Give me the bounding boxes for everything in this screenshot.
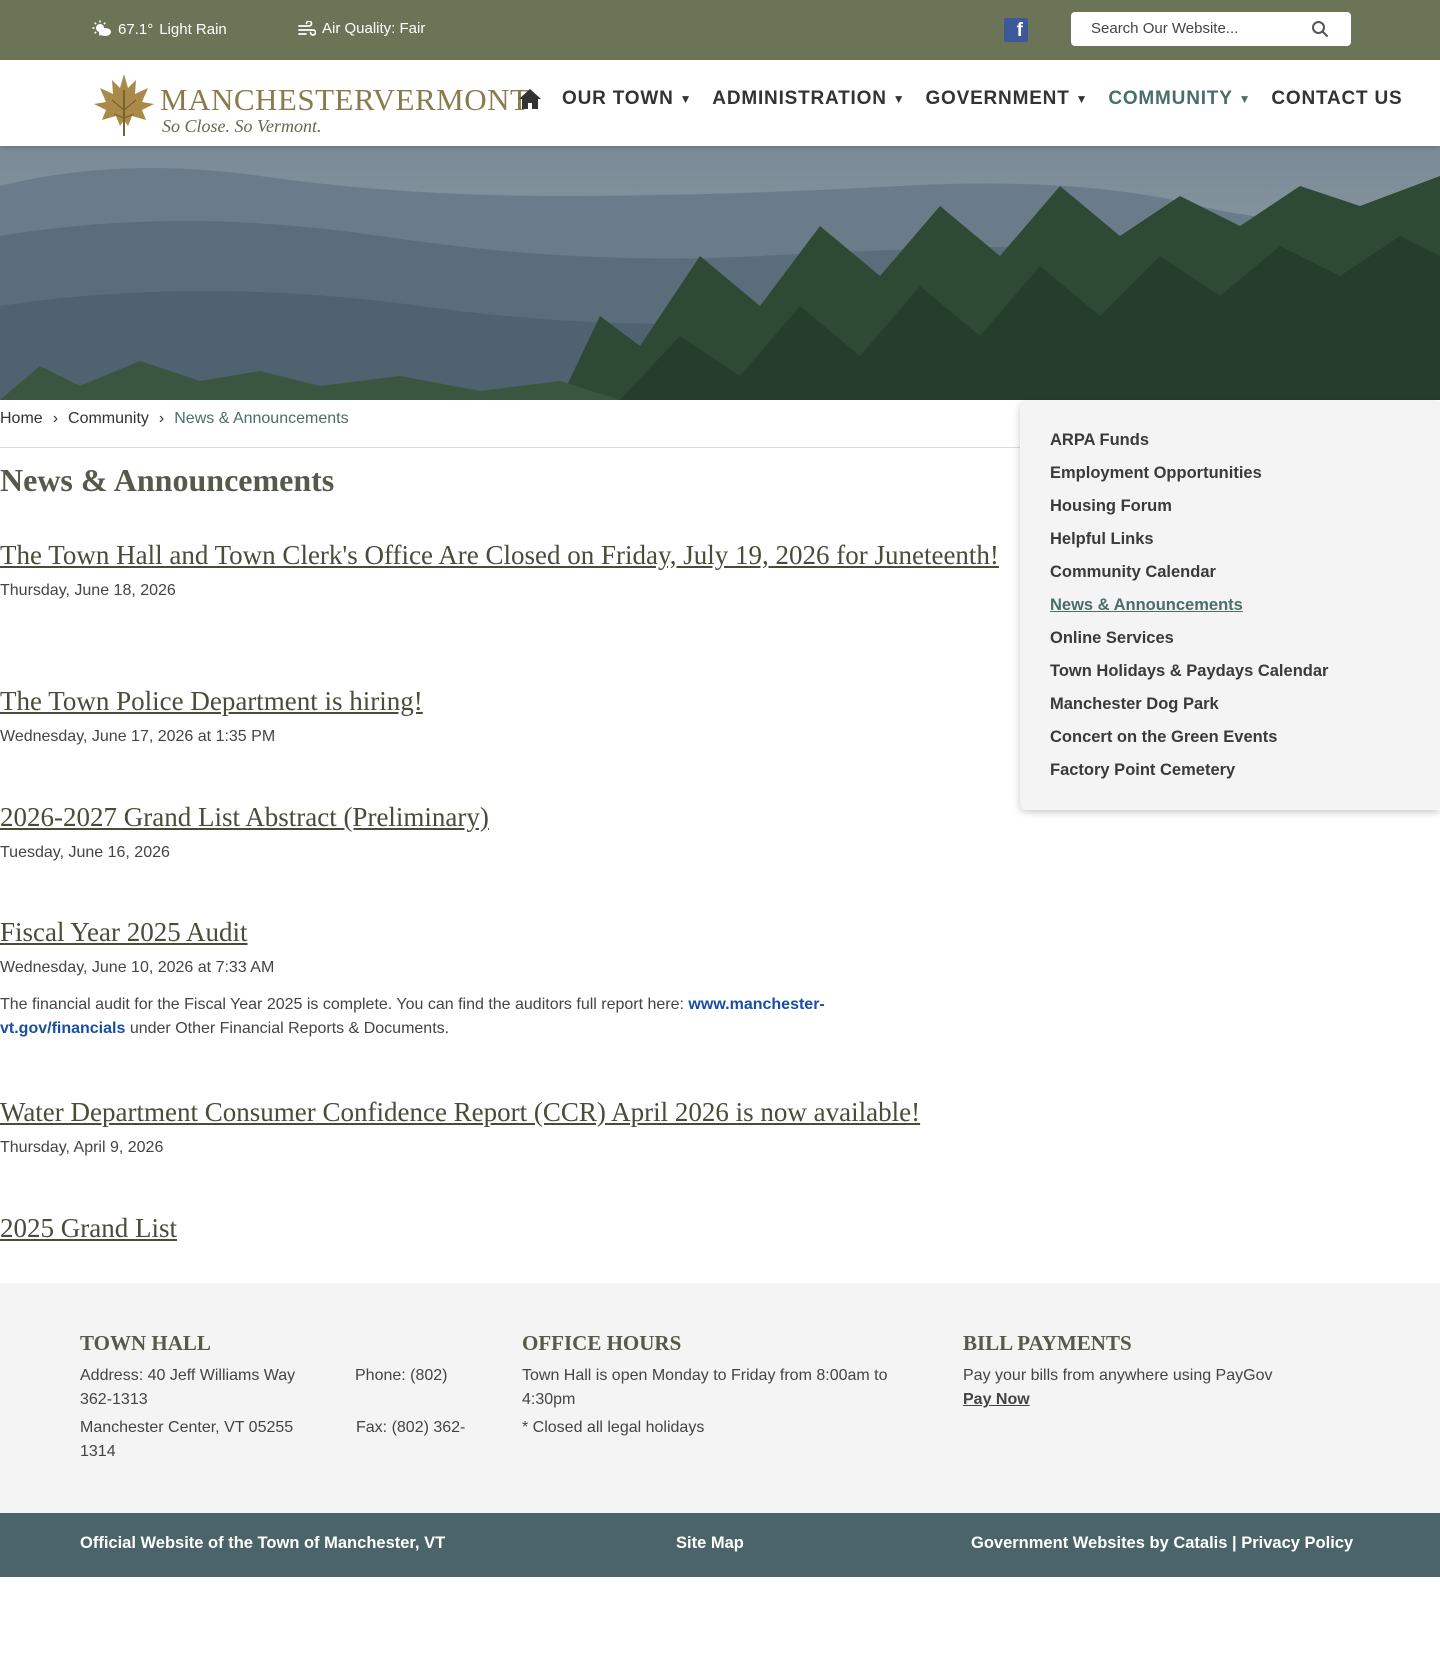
news-date: Thursday, June 18, 2026 <box>0 582 176 599</box>
weather-sun-cloud-icon <box>92 20 111 36</box>
home-icon[interactable] <box>518 88 542 110</box>
news-title-link[interactable]: 2026-2027 Grand List Abstract (Prelimina… <box>0 802 1015 832</box>
holidays-text: * Closed all legal holidays <box>522 1419 705 1436</box>
hero-mountain-image <box>0 146 1440 400</box>
pay-now-link[interactable]: Pay Now <box>963 1391 1030 1408</box>
breadcrumb-community[interactable]: Community <box>68 410 149 428</box>
official-website-text: Official Website of the Town of Manchest… <box>80 1534 446 1552</box>
news-date: Wednesday, June 17, 2026 at 1:35 PM <box>0 728 276 745</box>
news-item: Fiscal Year 2025 Audit Wednesday, June 1… <box>0 917 940 1041</box>
air-quality-text: Air Quality: Fair <box>322 20 426 37</box>
bottom-bar: Official Website of the Town of Manchest… <box>0 1513 1440 1577</box>
top-bar: 67.1° Light Rain Air Quality: Fair f <box>0 0 1440 60</box>
breadcrumb-current: News & Announcements <box>174 410 349 427</box>
footer-heading: OFFICE HOURS <box>522 1331 682 1355</box>
sidebar-item-dog-park[interactable]: Manchester Dog Park <box>1050 692 1328 725</box>
nav-label: ADMINISTRATION <box>712 88 887 109</box>
nav-label: COMMUNITY <box>1108 88 1233 109</box>
nav-government[interactable]: GOVERNMENT ▼ <box>925 88 1088 110</box>
sidebar-item-housing-forum[interactable]: Housing Forum <box>1050 494 1328 527</box>
nav-label: CONTACT US <box>1271 88 1403 109</box>
facebook-icon[interactable]: f <box>1004 18 1028 42</box>
news-item: 2025 Grand List <box>0 1213 1015 1243</box>
news-item: 2026-2027 Grand List Abstract (Prelimina… <box>0 802 1015 862</box>
nav-label: OUR TOWN <box>562 88 674 109</box>
credits-privacy-link[interactable]: Government Websites by Catalis | Privacy… <box>971 1534 1353 1553</box>
weather-widget: 67.1° Light Rain <box>92 20 227 38</box>
footer-heading: TOWN HALL <box>80 1331 211 1355</box>
logo-tagline: So Close. So Vermont. <box>162 116 322 136</box>
nav-community[interactable]: COMMUNITY ▼ <box>1108 88 1251 110</box>
breadcrumb-home[interactable]: Home <box>0 410 43 428</box>
news-date: Wednesday, June 10, 2026 at 7:33 AM <box>0 959 275 976</box>
news-body-text: The financial audit for the Fiscal Year … <box>0 996 689 1013</box>
news-title-link[interactable]: The Town Hall and Town Clerk's Office Ar… <box>0 540 1015 570</box>
maple-leaf-icon <box>94 74 154 136</box>
wind-icon <box>298 20 316 36</box>
site-header: MANCHESTERVERMONT So Close. So Vermont. … <box>0 60 1440 146</box>
news-title-link[interactable]: Fiscal Year 2025 Audit <box>0 917 940 947</box>
caret-down-icon: ▼ <box>1075 92 1089 106</box>
phone-text: Phone: (802) <box>355 1367 448 1384</box>
sidebar-item-news[interactable]: News & Announcements <box>1050 593 1328 626</box>
site-map-link[interactable]: Site Map <box>676 1534 744 1553</box>
site-logo[interactable]: MANCHESTERVERMONT So Close. So Vermont. <box>90 70 529 138</box>
main-nav: OUR TOWN ▼ ADMINISTRATION ▼ GOVERNMENT ▼… <box>518 88 1403 110</box>
caret-down-icon: ▼ <box>892 92 906 106</box>
sidebar-item-employment[interactable]: Employment Opportunities <box>1050 461 1328 494</box>
nav-our-town[interactable]: OUR TOWN ▼ <box>562 88 692 110</box>
news-item: The Town Police Department is hiring! We… <box>0 686 1015 746</box>
news-item: The Town Hall and Town Clerk's Office Ar… <box>0 540 1015 600</box>
section-sidebar: ARPA Funds Employment Opportunities Hous… <box>1020 402 1440 810</box>
nav-contact-us[interactable]: CONTACT US <box>1271 88 1402 110</box>
sidebar-item-arpa-funds[interactable]: ARPA Funds <box>1050 428 1328 461</box>
footer-town-hall: TOWN HALL Address: 40 Jeff Williams Way … <box>80 1331 500 1468</box>
sidebar-item-online-services[interactable]: Online Services <box>1050 626 1328 659</box>
hours-text: Town Hall is open Monday to Friday from … <box>522 1367 888 1408</box>
fax-text: Fax: (802) 362- <box>356 1419 466 1436</box>
sidebar-item-concert[interactable]: Concert on the Green Events <box>1050 725 1328 758</box>
news-title-link[interactable]: 2025 Grand List <box>0 1213 1015 1243</box>
news-title-link[interactable]: Water Department Consumer Confidence Rep… <box>0 1097 1020 1127</box>
breadcrumb: Home › Community › News & Announcements <box>0 410 349 428</box>
search-box <box>1071 12 1351 46</box>
site-footer: TOWN HALL Address: 40 Jeff Williams Way … <box>0 1283 1440 1513</box>
news-body-text: under Other Financial Reports & Document… <box>125 1020 450 1037</box>
air-quality-widget: Air Quality: Fair <box>298 20 425 37</box>
phone-text-cont: 362-1313 <box>80 1391 148 1408</box>
paygov-text: Pay your bills from anywhere using PayGo… <box>963 1367 1273 1384</box>
footer-bill-payments: BILL PAYMENTS Pay your bills from anywhe… <box>963 1331 1383 1412</box>
news-body: The financial audit for the Fiscal Year … <box>0 993 940 1041</box>
news-item: Water Department Consumer Confidence Rep… <box>0 1097 1020 1157</box>
fax-text-cont: 1314 <box>80 1443 116 1460</box>
footer-heading: BILL PAYMENTS <box>963 1331 1132 1355</box>
page-title: News & Announcements <box>0 462 335 498</box>
divider <box>0 447 1020 448</box>
news-date: Tuesday, June 16, 2026 <box>0 844 170 861</box>
sidebar-item-cemetery[interactable]: Factory Point Cemetery <box>1050 758 1328 791</box>
weather-condition: Light Rain <box>159 20 227 38</box>
search-input[interactable] <box>1091 20 1311 37</box>
temperature: 67.1° <box>118 20 154 38</box>
nav-administration[interactable]: ADMINISTRATION ▼ <box>712 88 905 110</box>
caret-down-icon: ▼ <box>1238 92 1252 106</box>
nav-label: GOVERNMENT <box>925 88 1070 109</box>
footer-office-hours: OFFICE HOURS Town Hall is open Monday to… <box>522 1331 922 1440</box>
chevron-right-icon: › <box>158 410 165 427</box>
news-date: Thursday, April 9, 2026 <box>0 1139 164 1156</box>
search-icon[interactable] <box>1311 20 1329 38</box>
sidebar-item-helpful-links[interactable]: Helpful Links <box>1050 527 1328 560</box>
caret-down-icon: ▼ <box>679 92 693 106</box>
logo-title: MANCHESTERVERMONT <box>160 82 530 117</box>
news-title-link[interactable]: The Town Police Department is hiring! <box>0 686 1015 716</box>
address-line: Address: 40 Jeff Williams Way <box>80 1367 296 1384</box>
sidebar-item-community-calendar[interactable]: Community Calendar <box>1050 560 1328 593</box>
sidebar-item-holidays-calendar[interactable]: Town Holidays & Paydays Calendar <box>1050 659 1328 692</box>
chevron-right-icon: › <box>52 410 59 427</box>
address-line: Manchester Center, VT 05255 <box>80 1419 294 1436</box>
